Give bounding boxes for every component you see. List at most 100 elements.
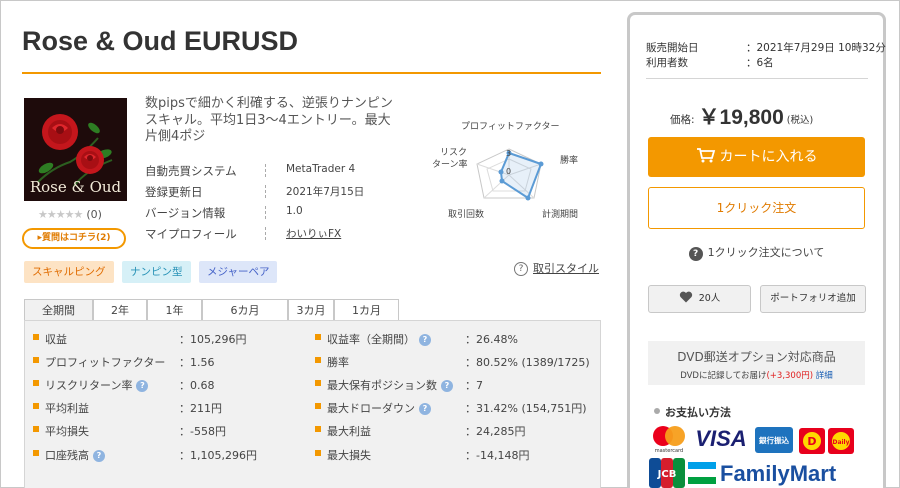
daily-yamazaki-icon: D Daily <box>799 428 854 454</box>
favorite-button[interactable]: 20人 <box>648 285 751 313</box>
stat-label-risk-return: リスクリターン率? <box>45 377 149 393</box>
product-thumbnail[interactable]: Rose & Oud <box>24 98 127 201</box>
bullet-icon <box>33 380 39 386</box>
stat-value-max-loss: ：-14,148円 <box>465 449 530 462</box>
tab-6-months[interactable]: 6カ月 <box>202 299 288 321</box>
jcb-icon: JCB <box>649 458 685 488</box>
bank-transfer-label: 銀行振込 <box>758 435 789 445</box>
help-icon[interactable]: ? <box>419 403 431 415</box>
heart-icon <box>679 291 692 303</box>
add-to-cart-label: カートに入れる <box>719 149 818 165</box>
radar-label-risk-return-2: ターン率 <box>432 158 468 170</box>
bullet-icon <box>33 334 39 340</box>
review-count: (0) <box>86 208 102 221</box>
bullet-icon <box>315 450 321 456</box>
add-portfolio-button[interactable]: ポートフォリオ追加 <box>760 285 866 313</box>
bullet-icon <box>33 426 39 432</box>
stat-label-text: 最大保有ポジション数 <box>327 379 437 392</box>
question-icon: ? <box>514 262 528 276</box>
tag-scalping[interactable]: スキャルピング <box>24 261 114 283</box>
product-description: 数pipsで細かく利確する、逆張りナンピンスキャル。平均1日3〜4エントリー。最… <box>145 96 393 144</box>
familymart-logo-icon <box>688 462 716 484</box>
bullet-icon <box>315 380 321 386</box>
dvd-title: DVD郵送オプション対応商品 <box>677 350 836 364</box>
stat-label-max-drawdown: 最大ドローダウン? <box>327 400 431 416</box>
add-to-cart-button[interactable]: カートに入れる <box>648 137 865 177</box>
stat-value-avg-profit: ：211円 <box>179 402 222 415</box>
daily-label: Daily <box>832 439 849 446</box>
info-key: バージョン情報 <box>145 206 226 220</box>
title-underline <box>22 72 601 74</box>
help-icon[interactable]: ? <box>419 334 431 346</box>
tag-major-pair[interactable]: メジャーペア <box>199 261 278 283</box>
stat-label-max-positions: 最大保有ポジション数? <box>327 377 453 393</box>
stat-label-balance: 口座残高? <box>45 447 105 463</box>
stat-value-win-rate: ：80.52% (1389/1725) <box>465 356 590 369</box>
tab-1-month[interactable]: 1カ月 <box>334 299 399 321</box>
dvd-note-price: (+3,300円) <box>766 371 814 381</box>
question-icon: ? <box>688 247 703 261</box>
visa-label: VISA <box>695 426 746 451</box>
users-row: 利用者数 ：6名 <box>646 55 774 70</box>
price-label: 価格: <box>670 114 695 126</box>
mastercard-label: mastercard <box>655 448 683 454</box>
performance-radar-chart: 3 0 プロフィットファクター 勝率 計測期間 取引回数 リスク ターン率 <box>432 121 578 220</box>
cart-icon <box>696 148 715 163</box>
bank-transfer-icon: 銀行振込 <box>755 427 793 453</box>
stat-label-text: 最大ドローダウン <box>327 402 415 415</box>
bullet-icon <box>33 403 39 409</box>
info-row-updated: 登録更新日 2021年7月15日 <box>145 181 385 202</box>
bullet-icon <box>315 403 321 409</box>
stat-value-risk-return: ：0.68 <box>179 379 215 392</box>
dvd-note: DVDに記録してお届け(+3,300円) 詳細 <box>648 369 865 381</box>
dvd-note-text: DVDに記録してお届け <box>680 371 767 381</box>
tab-1-year[interactable]: 1年 <box>147 299 202 321</box>
radar-label-profit-factor: プロフィットファクター <box>461 121 559 132</box>
trading-style-link[interactable]: ? 取引スタイル <box>514 260 599 276</box>
tag-nanpin[interactable]: ナンピン型 <box>122 261 191 283</box>
bullet-icon <box>315 426 321 432</box>
stat-label-profit-factor: プロフィットファクター <box>45 356 166 369</box>
radar-point <box>538 161 544 167</box>
info-key: 自動売買システム <box>145 164 237 178</box>
stat-value-max-profit: ：24,285円 <box>465 425 526 438</box>
info-value: 1.0 <box>286 205 303 217</box>
stat-label-revenue: 収益 <box>45 333 67 346</box>
stat-label-return-rate: 収益率（全期間）? <box>327 331 431 347</box>
stats-table: 収益 ：105,296円 収益率（全期間）? ：26.48% プロフィットファク… <box>24 320 601 488</box>
question-button[interactable]: ▸質問はコチラ(2) <box>22 228 126 249</box>
price-tax: (税込) <box>786 115 814 126</box>
stats-row: 平均損失 ：-558円 最大利益 ：24,285円 <box>25 418 602 441</box>
stats-row: 口座残高? ：1,105,296円 最大損失 ：-14,148円 <box>25 442 602 465</box>
stat-label-text: リスクリターン率 <box>45 379 133 392</box>
users-label: 利用者数 <box>646 57 688 69</box>
stats-row: プロフィットファクター ：1.56 勝率 ：80.52% (1389/1725) <box>25 349 602 372</box>
radar-label-trades: 取引回数 <box>448 208 484 220</box>
stat-value-revenue: ：105,296円 <box>179 333 247 346</box>
stats-row: 平均利益 ：211円 最大ドローダウン? ：31.42% (154,751円) <box>25 395 602 418</box>
radar-point <box>525 195 531 201</box>
dvd-details-link[interactable]: 詳細 <box>816 371 833 381</box>
tab-2-years[interactable]: 2年 <box>93 299 147 321</box>
help-icon[interactable]: ? <box>93 450 105 462</box>
bullet-icon <box>33 357 39 363</box>
stats-row: リスクリターン率? ：0.68 最大保有ポジション数? ：7 <box>25 372 602 395</box>
tab-all-period[interactable]: 全期間 <box>24 299 93 321</box>
tab-3-months[interactable]: 3カ月 <box>288 299 334 321</box>
price: 価格: ￥19,800 (税込) <box>670 101 813 131</box>
info-separator <box>265 185 266 198</box>
radar-point <box>499 178 505 184</box>
stat-label-max-profit: 最大利益 <box>327 425 371 438</box>
svg-text:D: D <box>807 435 816 448</box>
info-row-version: バージョン情報 1.0 <box>145 202 385 223</box>
profile-link[interactable]: わいりぃFX <box>286 226 341 241</box>
help-icon[interactable]: ? <box>441 380 453 392</box>
info-row-system: 自動売買システム MetaTrader 4 <box>145 160 385 181</box>
one-click-order-button[interactable]: 1クリック注文 <box>648 187 865 229</box>
help-icon[interactable]: ? <box>136 380 149 392</box>
trading-style-label: 取引スタイル <box>533 262 599 275</box>
about-one-click-link[interactable]: ? 1クリック注文について <box>630 244 883 261</box>
stat-value-max-drawdown: ：31.42% (154,751円) <box>465 402 587 415</box>
bullet-icon <box>315 357 321 363</box>
familymart-label: FamilyMart <box>720 461 837 486</box>
